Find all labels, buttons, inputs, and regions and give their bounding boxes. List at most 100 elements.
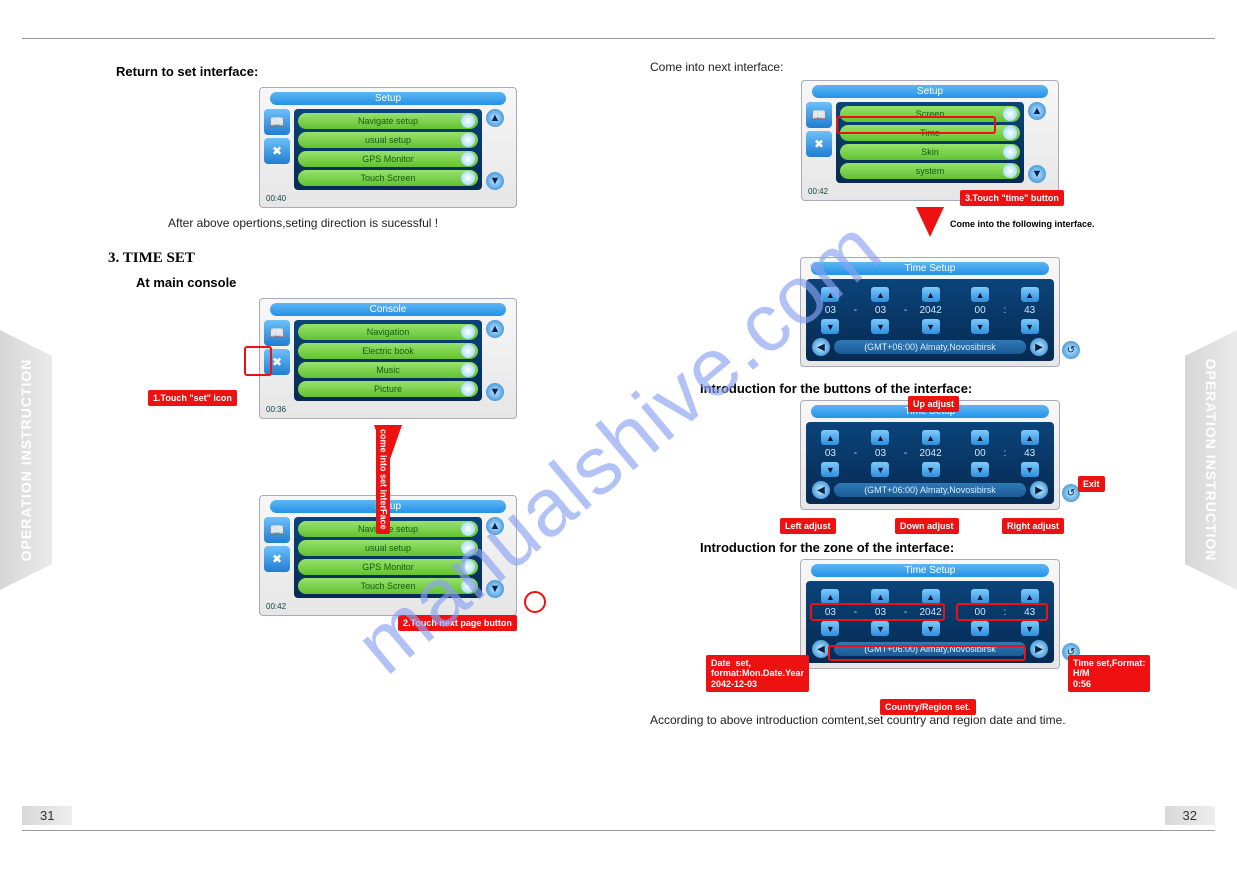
down-arrow-icon[interactable]: ▼ [871, 462, 889, 477]
menu-row[interactable]: Picture [298, 381, 478, 397]
up-arrow-icon[interactable]: ▲ [971, 287, 989, 302]
row-icon [461, 579, 475, 593]
down-arrow-icon[interactable]: ▼ [971, 462, 989, 477]
book-icon[interactable]: 📖 [806, 102, 832, 128]
up-arrow-icon[interactable]: ▲ [821, 287, 839, 302]
row-icon [1003, 164, 1017, 178]
scroll-up-icon[interactable]: ▲ [486, 517, 504, 535]
device-title: Console [270, 303, 506, 316]
up-arrow-icon[interactable]: ▲ [971, 430, 989, 445]
tz-left-icon[interactable]: ◀ [812, 338, 830, 356]
menu-row[interactable]: Navigation [298, 324, 478, 340]
menu-row[interactable]: Screen [840, 106, 1020, 122]
row-icon [1003, 145, 1017, 159]
down-arrow-icon[interactable]: ▼ [922, 621, 940, 636]
menu-row[interactable]: system [840, 163, 1020, 179]
next-page-outline [524, 591, 546, 613]
label-up-adjust: Up adjust [908, 396, 959, 412]
time-panel-title: Time Setup [811, 262, 1049, 275]
up-arrow-icon[interactable]: ▲ [922, 430, 940, 445]
tz-right-icon[interactable]: ▶ [1030, 338, 1048, 356]
tools-icon[interactable]: ✖ [806, 131, 832, 157]
up-arrow-icon[interactable]: ▲ [871, 589, 889, 604]
down-arrow-icon[interactable]: ▼ [1021, 621, 1039, 636]
sep: - [854, 305, 857, 316]
down-arrow-icon[interactable]: ▼ [922, 319, 940, 334]
at-console-heading: At main console [136, 275, 668, 290]
spin-value: 03 [862, 302, 899, 319]
spin-value: 03 [812, 604, 849, 621]
scroll-up-icon[interactable]: ▲ [486, 320, 504, 338]
scroll-up-icon[interactable]: ▲ [1028, 102, 1046, 120]
tz-bar[interactable]: (GMT+06:00) Almaty,Novosibirsk [834, 340, 1026, 354]
arrow-down-icon [916, 207, 944, 237]
clock-value: 00:40 [266, 194, 286, 203]
menu-row[interactable]: Electric book [298, 343, 478, 359]
left-column: Return to set interface: Setup 📖 ✖ Navig… [108, 60, 668, 622]
intro-buttons-heading: Introduction for the buttons of the inte… [700, 381, 1210, 396]
exit-icon[interactable]: ↺ [1062, 341, 1080, 359]
menu-row[interactable]: Touch Screen [298, 170, 478, 186]
menu-row[interactable]: Music [298, 362, 478, 378]
down-arrow-icon[interactable]: ▼ [821, 462, 839, 477]
menu-row[interactable]: Navigate setup [298, 113, 478, 129]
up-arrow-icon[interactable]: ▲ [971, 589, 989, 604]
up-arrow-icon[interactable]: ▲ [922, 589, 940, 604]
spin-value: 43 [1011, 445, 1048, 462]
menu-row[interactable]: Touch Screen [298, 578, 478, 594]
book-icon[interactable]: 📖 [264, 517, 290, 543]
menu-row[interactable]: usual setup [298, 540, 478, 556]
menu-row[interactable]: Skin [840, 144, 1020, 160]
tz-bar[interactable]: (GMT+06:00) Almaty,Novosibirsk [834, 483, 1026, 497]
spin-value: 2042 [912, 445, 949, 462]
callout-time-button: 3.Touch "time" button [960, 190, 1064, 206]
spin-value: 00 [962, 445, 999, 462]
down-arrow-icon[interactable]: ▼ [821, 621, 839, 636]
sep: - [854, 448, 857, 459]
down-arrow-icon[interactable]: ▼ [871, 319, 889, 334]
section-heading: 3. TIME SET [108, 250, 668, 267]
down-arrow-icon[interactable]: ▼ [871, 621, 889, 636]
scroll-up-icon[interactable]: ▲ [486, 109, 504, 127]
up-arrow-icon[interactable]: ▲ [922, 287, 940, 302]
scroll-down-icon[interactable]: ▼ [486, 172, 504, 190]
up-arrow-icon[interactable]: ▲ [1021, 287, 1039, 302]
menu-row[interactable]: GPS Monitor [298, 559, 478, 575]
tools-icon[interactable]: ✖ [264, 138, 290, 164]
tools-icon[interactable]: ✖ [264, 349, 290, 375]
come-into-text: Come into next interface: [650, 60, 1210, 74]
tz-left-icon[interactable]: ◀ [812, 481, 830, 499]
book-icon[interactable]: 📖 [264, 109, 290, 135]
menu-row[interactable]: GPS Monitor [298, 151, 478, 167]
sep: : [1003, 448, 1006, 459]
down-arrow-icon[interactable]: ▼ [821, 319, 839, 334]
book-icon[interactable]: 📖 [264, 320, 290, 346]
up-arrow-icon[interactable]: ▲ [1021, 430, 1039, 445]
down-arrow-icon[interactable]: ▼ [971, 621, 989, 636]
time-panel-1: Time Setup ▲03▼ - ▲03▼ - ▲2042▼ ▲00▼ : ▲… [800, 257, 1060, 367]
up-arrow-icon[interactable]: ▲ [1021, 589, 1039, 604]
up-arrow-icon[interactable]: ▲ [821, 430, 839, 445]
down-arrow-icon[interactable]: ▼ [922, 462, 940, 477]
scroll-down-icon[interactable]: ▼ [1028, 165, 1046, 183]
tz-right-icon[interactable]: ▶ [1030, 481, 1048, 499]
row-icon [461, 114, 475, 128]
spin-value: 03 [862, 445, 899, 462]
up-arrow-icon[interactable]: ▲ [871, 430, 889, 445]
scroll-down-icon[interactable]: ▼ [486, 383, 504, 401]
menu-row[interactable]: usual setup [298, 132, 478, 148]
row-icon [461, 171, 475, 185]
menu-row[interactable]: Time [840, 125, 1020, 141]
up-arrow-icon[interactable]: ▲ [821, 589, 839, 604]
sep: : [1003, 305, 1006, 316]
device-setup-3: Setup 📖 ✖ Screen Time Skin system ▲ ▼ 00… [801, 80, 1059, 201]
tz-left-icon[interactable]: ◀ [812, 640, 830, 658]
tz-right-icon[interactable]: ▶ [1030, 640, 1048, 658]
up-arrow-icon[interactable]: ▲ [871, 287, 889, 302]
tools-icon[interactable]: ✖ [264, 546, 290, 572]
down-arrow-icon[interactable]: ▼ [1021, 462, 1039, 477]
down-arrow-icon[interactable]: ▼ [1021, 319, 1039, 334]
down-arrow-icon[interactable]: ▼ [971, 319, 989, 334]
scroll-down-icon[interactable]: ▼ [486, 580, 504, 598]
tz-bar[interactable]: (GMT+06:00) Almaty,Novosibirsk [834, 642, 1026, 656]
